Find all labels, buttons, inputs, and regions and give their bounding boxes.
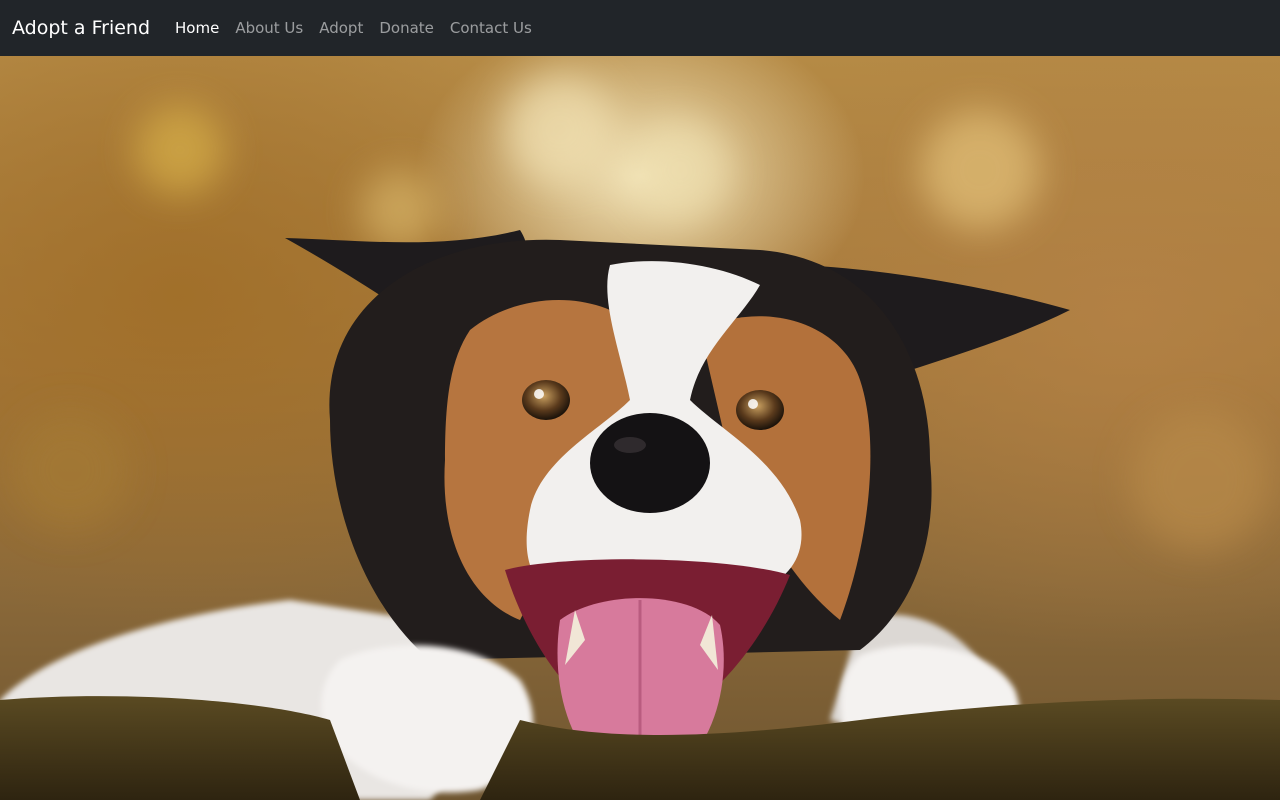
hero-dog-image [0,75,1280,800]
nav-menu: Home About Us Adopt Donate Contact Us [167,11,540,45]
nav-item-home: Home [167,11,227,45]
nav-link-donate[interactable]: Donate [371,11,442,45]
nav-link-contact-us[interactable]: Contact Us [442,11,540,45]
nav-item-adopt: Adopt [311,11,371,45]
nav-link-adopt[interactable]: Adopt [311,11,371,45]
nav-item-donate: Donate [371,11,442,45]
hero-section [0,56,1280,800]
nav-item-about-us: About Us [227,11,311,45]
brand-link[interactable]: Adopt a Friend [12,17,150,39]
nav-link-home[interactable]: Home [167,11,227,45]
nav-link-about-us[interactable]: About Us [227,11,311,45]
nav-item-contact-us: Contact Us [442,11,540,45]
dog-nose [590,413,710,513]
top-navbar: Adopt a Friend Home About Us Adopt Donat… [0,0,1280,56]
